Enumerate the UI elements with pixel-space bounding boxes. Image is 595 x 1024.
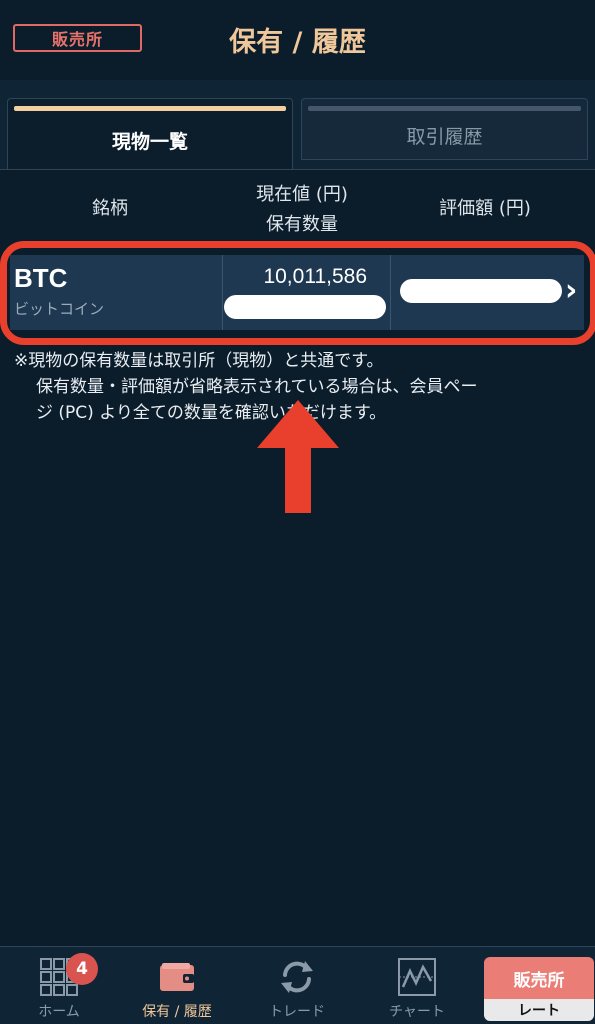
note-line-2: 保有数量・評価額が省略表示されている場合は、会員ペー — [36, 377, 478, 397]
column-header-price-line1: 現在値 (円) — [256, 184, 348, 205]
app-header: 販売所 保有 / 履歴 — [0, 0, 595, 80]
bottom-nav: ホーム 4 保有 / 履歴 トレード チャート 販売所 レート — [0, 946, 595, 1024]
highlight-outline — [0, 241, 595, 345]
tab-trade-history-label: 取引履歴 — [406, 125, 483, 148]
refresh-icon — [281, 961, 313, 993]
column-header-price-line2: 保有数量 — [266, 214, 338, 235]
notification-badge: 4 — [66, 953, 98, 985]
nav-chart[interactable]: チャート — [358, 947, 476, 1024]
tab-spot-list-label: 現物一覧 — [111, 131, 188, 153]
column-header-value: 評価額 (円) — [439, 198, 531, 219]
nav-holdings[interactable]: 保有 / 履歴 — [118, 947, 236, 1024]
rate-button-bottom: レート — [484, 999, 594, 1021]
chart-icon — [398, 958, 436, 996]
up-arrow-icon — [257, 400, 339, 513]
page-title: 保有 / 履歴 — [229, 27, 366, 58]
tab-divider — [0, 169, 595, 170]
column-header-name: 銘柄 — [92, 198, 128, 219]
column-header-price: 現在値 (円) 保有数量 — [222, 180, 382, 240]
tab-trade-history[interactable]: 取引履歴 — [301, 98, 588, 160]
nav-home[interactable]: ホーム 4 — [0, 947, 118, 1024]
nav-chart-label: チャート — [389, 1004, 445, 1020]
tab-spot-list[interactable]: 現物一覧 — [7, 98, 293, 170]
rate-button-top: 販売所 — [484, 957, 594, 999]
rate-button[interactable]: 販売所 レート — [484, 957, 594, 1021]
note-line-1: ※現物の保有数量は取引所（現物）と共通です。 — [14, 351, 384, 371]
tab-bar: 現物一覧 取引履歴 — [0, 80, 595, 170]
wallet-icon — [160, 963, 194, 991]
nav-trade[interactable]: トレード — [238, 947, 356, 1024]
nav-holdings-label: 保有 / 履歴 — [142, 1004, 212, 1020]
nav-home-label: ホーム — [38, 1004, 80, 1020]
nav-trade-label: トレード — [269, 1004, 325, 1020]
